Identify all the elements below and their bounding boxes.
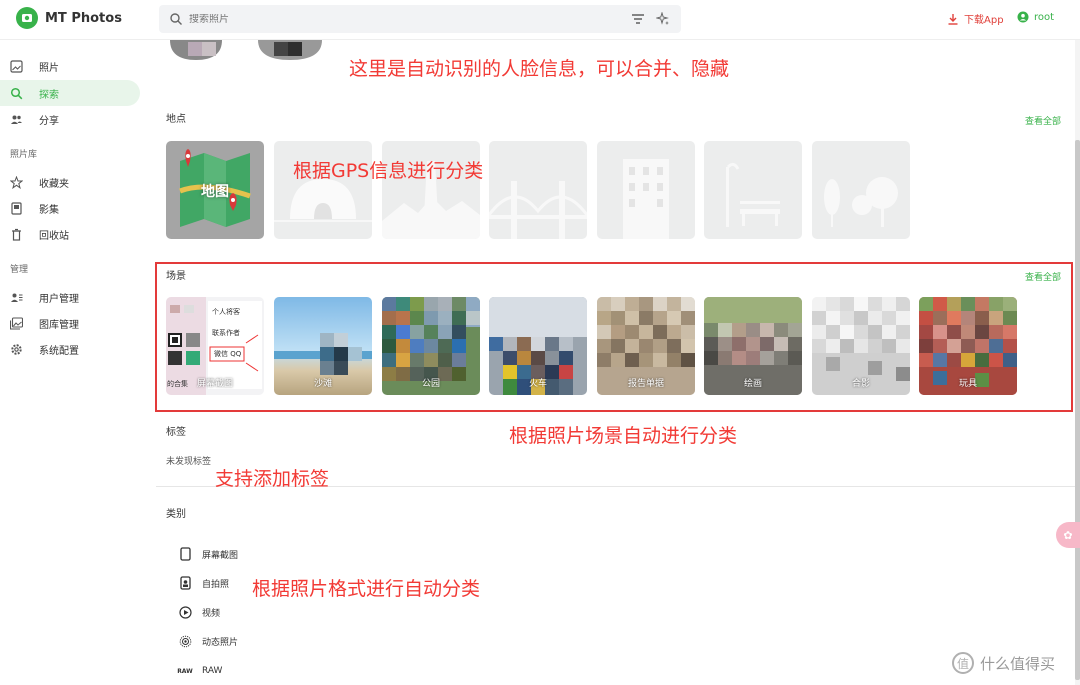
filter-icon[interactable] — [631, 12, 645, 26]
watermark: 值 什么值得买 — [952, 652, 1055, 674]
app-title: MT Photos — [45, 10, 122, 26]
sidebar-item-label: 影集 — [39, 204, 59, 216]
phone-icon — [178, 547, 192, 561]
annotation-formats: 根据照片格式进行自动分类 — [252, 578, 481, 600]
scrollbar-thumb[interactable] — [1075, 140, 1080, 680]
sidebar-section-manage: 管理 — [10, 265, 29, 275]
category-label: 动态照片 — [202, 637, 239, 648]
bridge-icon — [489, 181, 587, 239]
sidebar-item-trash[interactable]: 回收站 — [0, 221, 140, 247]
photo-icon — [10, 59, 23, 73]
sidebar-item-user-manage[interactable]: 用户管理 — [0, 284, 140, 310]
user-name: root — [1034, 11, 1055, 23]
categories-title: 类别 — [166, 509, 186, 520]
sidebar-item-albums[interactable]: 影集 — [0, 195, 140, 221]
app-logo[interactable]: MT Photos — [16, 7, 122, 29]
watermark-logo-icon: 值 — [952, 652, 974, 674]
category-label: 自拍照 — [202, 579, 230, 590]
floating-helper-icon[interactable]: ✿ — [1056, 522, 1080, 548]
category-item-live-photo[interactable]: 动态照片 — [178, 634, 238, 648]
category-item-raw[interactable]: RAW RAW — [177, 664, 223, 678]
user-icon — [1017, 11, 1029, 23]
raw-icon: RAW — [177, 667, 193, 675]
sidebar-item-label: 探索 — [39, 89, 59, 101]
category-label: 屏幕截图 — [202, 550, 239, 561]
sidebar-item-label: 收藏夹 — [39, 178, 69, 190]
scrollbar[interactable] — [1075, 40, 1080, 685]
place-tile[interactable] — [704, 141, 802, 239]
logo-icon — [16, 7, 38, 29]
annotation-scenes: 根据照片场景自动进行分类 — [509, 425, 738, 447]
sidebar-item-explore[interactable]: 探索 — [0, 80, 140, 106]
sidebar-item-gallery-manage[interactable]: 图库管理 — [0, 310, 140, 336]
sidebar-item-photos[interactable]: 照片 — [0, 53, 140, 79]
watermark-text: 什么值得买 — [980, 654, 1056, 673]
place-tile[interactable] — [812, 141, 910, 239]
sidebar-item-label: 照片 — [39, 62, 59, 74]
sidebar-item-label: 分享 — [39, 115, 59, 127]
search-icon — [10, 87, 23, 99]
sidebar-item-favorites[interactable]: 收藏夹 — [0, 169, 140, 195]
bench-icon — [726, 162, 780, 227]
album-icon — [11, 201, 22, 215]
play-icon — [178, 605, 192, 619]
place-tile[interactable] — [597, 141, 695, 239]
sidebar-item-label: 用户管理 — [39, 293, 79, 305]
trash-icon — [12, 228, 21, 241]
gallery-manage-icon — [10, 316, 23, 330]
sidebar-item-label: 图库管理 — [39, 319, 79, 331]
annotation-faces: 这里是自动识别的人脸信息，可以合并、隐藏 — [349, 58, 730, 80]
place-tile[interactable] — [489, 141, 587, 239]
search-bar[interactable] — [159, 5, 681, 33]
place-tile-map[interactable]: 地图 — [166, 141, 264, 239]
sidebar-item-label: 系统配置 — [39, 345, 79, 357]
annotation-gps: 根据GPS信息进行分类 — [293, 160, 484, 182]
sidebar: 照片 探索 分享 照片库 收藏夹 影集 回收站 管理 用户管理 图库管理 系统配… — [0, 40, 150, 685]
ai-sparkle-icon[interactable] — [656, 12, 670, 26]
tags-title: 标签 — [166, 427, 186, 438]
places-view-all-link[interactable]: 查看全部 — [1025, 114, 1061, 127]
selfie-icon — [178, 576, 192, 590]
trees-icon — [824, 177, 898, 227]
download-label: 下载App — [964, 15, 1004, 26]
sidebar-item-share[interactable]: 分享 — [0, 106, 140, 132]
star-icon — [10, 175, 23, 189]
download-app-link[interactable]: 下载App — [947, 11, 1004, 26]
download-icon — [948, 13, 958, 25]
top-bar: MT Photos 下载App root — [0, 0, 1080, 40]
sidebar-section-library: 照片库 — [10, 150, 38, 160]
building-icon — [623, 159, 669, 239]
sidebar-item-label: 回收站 — [39, 230, 69, 242]
category-item-selfie[interactable]: 自拍照 — [178, 576, 229, 590]
sidebar-item-system-config[interactable]: 系统配置 — [0, 336, 140, 362]
category-label: RAW — [202, 666, 223, 676]
face-thumbnails[interactable] — [166, 40, 326, 60]
gear-icon — [11, 343, 22, 355]
user-manage-icon — [11, 293, 23, 302]
annotation-tags: 支持添加标签 — [215, 468, 330, 490]
live-photo-icon — [178, 634, 192, 648]
search-icon — [170, 13, 182, 25]
category-item-screenshot[interactable]: 屏幕截图 — [178, 547, 238, 561]
places-title: 地点 — [166, 114, 186, 125]
tags-empty-text: 未发现标签 — [166, 457, 212, 467]
category-label: 视频 — [202, 608, 221, 619]
category-item-video[interactable]: 视频 — [178, 605, 220, 619]
map-label: 地图 — [201, 184, 229, 200]
search-input[interactable] — [189, 13, 609, 25]
app-window: MT Photos 下载App root 照片 探索 分享 — [0, 0, 1080, 685]
people-icon — [11, 115, 22, 124]
scenes-highlight-box — [155, 262, 1073, 412]
user-menu[interactable]: root — [1017, 11, 1054, 23]
